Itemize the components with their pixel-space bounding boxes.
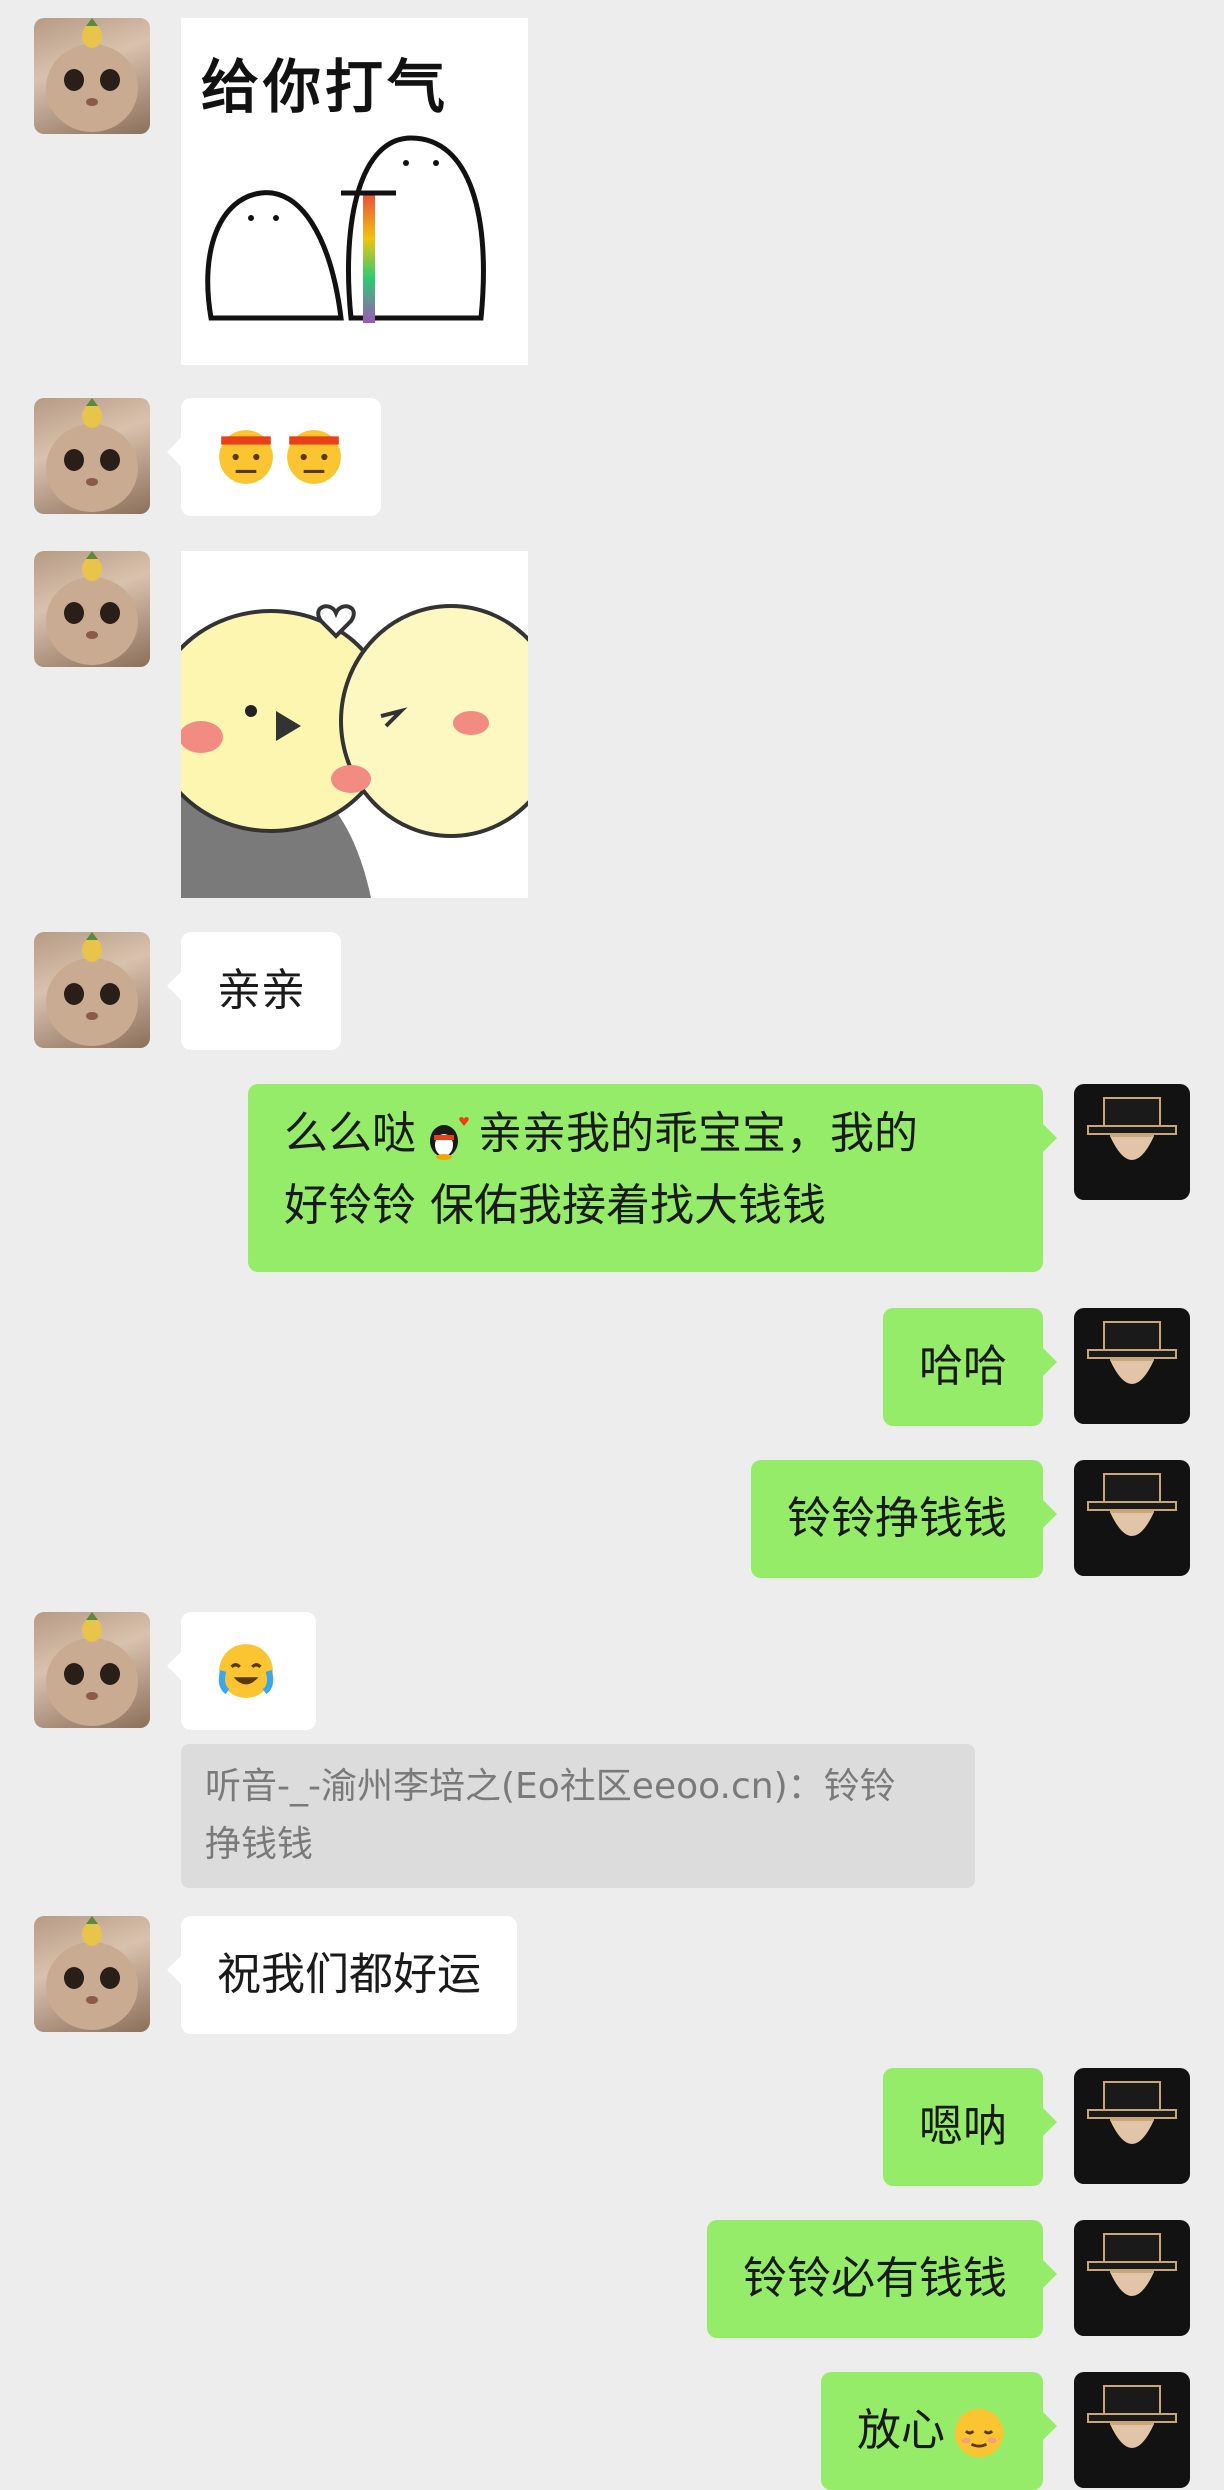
contact-avatar[interactable] [34,551,150,667]
self-avatar[interactable] [1074,1460,1190,1576]
quote-text: 挣钱钱 [205,1824,314,1865]
message-text: 祝我们都好运 [217,1949,481,2000]
self-avatar[interactable] [1074,1308,1190,1424]
penguin-heart-emoji [430,1117,469,1160]
message-bubble[interactable]: 放心 [821,2372,1057,2490]
quoted-message[interactable]: 听音-_-渝州李培之(Eo社区eeoo.cn)：铃铃 挣钱钱 [181,1744,975,1888]
message-text: 放心 [857,2405,945,2456]
saluting-face-emoji [287,430,341,484]
emoji-bubble[interactable] [167,1612,316,1730]
self-avatar[interactable] [1074,2220,1190,2336]
message-text: 亲亲 [217,965,305,1016]
self-avatar[interactable] [1074,2068,1190,2184]
self-avatar[interactable] [1074,1084,1190,1200]
message-bubble[interactable]: 铃铃挣钱钱 [751,1460,1057,1578]
sticker-message[interactable]: 给你打气 [181,18,528,365]
sticker-message[interactable] [181,551,528,898]
message-bubble[interactable]: 么么哒 亲亲我的乖宝宝，我的 好铃铃 保佑我接着找大钱钱 [248,1084,1057,1272]
message-bubble[interactable]: 亲亲 [167,932,341,1050]
crying-laughing-emoji [218,1644,274,1698]
message-text: 铃铃挣钱钱 [787,1493,1007,1544]
relieved-face-emoji [954,2408,1004,2458]
contact-avatar[interactable] [34,398,150,514]
message-bubble[interactable]: 祝我们都好运 [167,1916,517,2034]
message-bubble[interactable]: 铃铃必有钱钱 [707,2220,1057,2338]
message-text: 好铃铃 保佑我接着找大钱钱 [284,1180,826,1231]
message-text: 哈哈 [919,1341,1007,1392]
emoji-bubble[interactable] [167,398,381,516]
message-text: 么么哒 [284,1108,416,1159]
contact-avatar[interactable] [34,932,150,1048]
contact-avatar[interactable] [34,18,150,134]
cartoon-pump-illustration [205,135,486,323]
contact-avatar[interactable] [34,1612,150,1728]
message-text: 嗯呐 [919,2101,1007,2152]
quote-text: 听音-_-渝州李培之(Eo社区eeoo.cn)：铃铃 [205,1766,896,1807]
message-bubble[interactable]: 哈哈 [883,1308,1057,1426]
cuddling-birds-illustration [181,551,528,898]
message-text: 铃铃必有钱钱 [743,2253,1007,2304]
contact-avatar[interactable] [34,1916,150,2032]
message-bubble[interactable]: 嗯呐 [883,2068,1057,2186]
self-avatar[interactable] [1074,2372,1190,2488]
saluting-face-emoji [219,430,273,484]
message-text: 亲亲我的乖宝宝，我的 [478,1108,918,1159]
